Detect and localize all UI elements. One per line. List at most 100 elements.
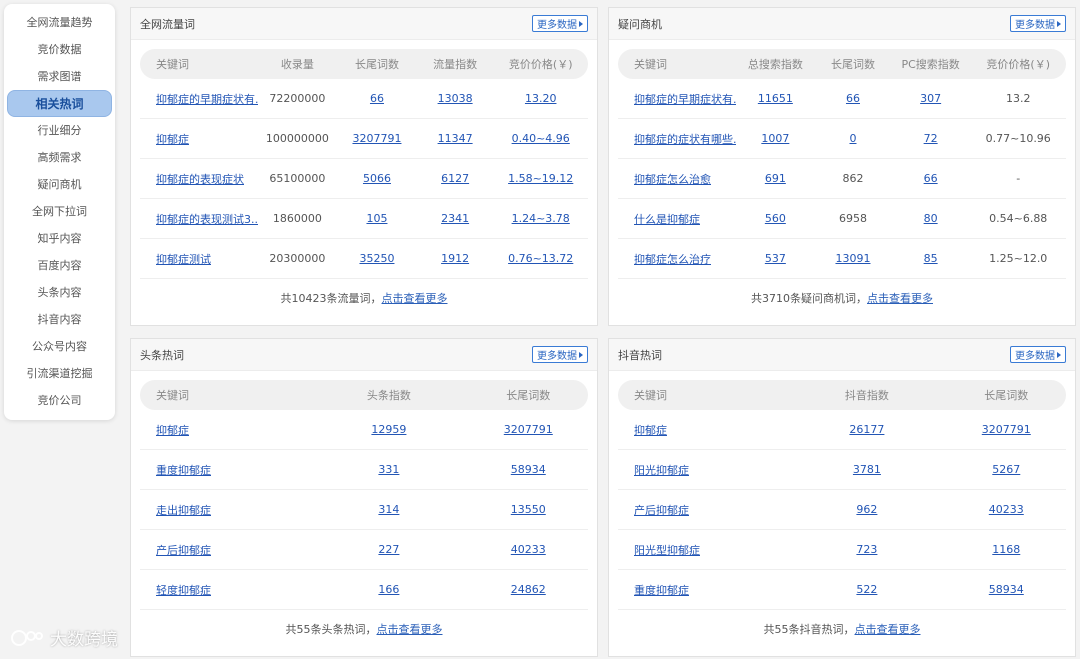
- toutiao-index-link[interactable]: 12959: [309, 423, 468, 436]
- keyword-link[interactable]: 抑郁症的表现测试3...: [140, 211, 258, 227]
- total-search-link[interactable]: 537: [736, 252, 816, 265]
- view-more-link[interactable]: 点击查看更多: [867, 292, 933, 305]
- sidebar-item-zhihu[interactable]: 知乎内容: [4, 225, 115, 252]
- keyword-link[interactable]: 抑郁症的症状有哪些...: [618, 131, 736, 147]
- traffic-index-link[interactable]: 6127: [417, 172, 494, 185]
- longtail-link[interactable]: 40233: [947, 503, 1066, 516]
- view-more-link[interactable]: 点击查看更多: [855, 623, 921, 636]
- sidebar-item-dropdown-words[interactable]: 全网下拉词: [4, 198, 115, 225]
- keyword-link[interactable]: 产后抑郁症: [618, 502, 787, 518]
- longtail-link[interactable]: 13550: [469, 503, 588, 516]
- sidebar-item-toutiao[interactable]: 头条内容: [4, 279, 115, 306]
- douyin-index-link[interactable]: 26177: [787, 423, 946, 436]
- bid-price-link[interactable]: 1.58~19.12: [493, 172, 588, 185]
- toutiao-index-link[interactable]: 331: [309, 463, 468, 476]
- longtail-link[interactable]: 5267: [947, 463, 1066, 476]
- keyword-link[interactable]: 走出抑郁症: [140, 502, 309, 518]
- pc-search-link[interactable]: 80: [891, 212, 971, 225]
- longtail-link[interactable]: 1168: [947, 543, 1066, 556]
- more-data-button[interactable]: 更多数据: [1010, 15, 1066, 32]
- keyword-link[interactable]: 抑郁症的早期症状有...: [618, 91, 736, 107]
- pc-search-link[interactable]: 307: [891, 92, 971, 105]
- more-data-button[interactable]: 更多数据: [532, 346, 588, 363]
- total-search-link[interactable]: 1007: [736, 132, 816, 145]
- toutiao-index-link[interactable]: 227: [309, 543, 468, 556]
- keyword-link[interactable]: 重度抑郁症: [140, 462, 309, 478]
- view-more-link[interactable]: 点击查看更多: [377, 623, 443, 636]
- longtail-link[interactable]: 3207791: [469, 423, 588, 436]
- col-longtail: 长尾词数: [984, 389, 1029, 402]
- bid-price-link[interactable]: 13.20: [493, 92, 588, 105]
- keyword-link[interactable]: 抑郁症: [618, 422, 787, 438]
- keyword-link[interactable]: 抑郁症的表现症状: [140, 171, 258, 187]
- col-longtail: 长尾词数: [354, 58, 399, 71]
- toutiao-index-link[interactable]: 314: [309, 503, 468, 516]
- sidebar-item-industry[interactable]: 行业细分: [4, 117, 115, 144]
- traffic-index-link[interactable]: 1912: [417, 252, 494, 265]
- pc-search-link[interactable]: 72: [891, 132, 971, 145]
- indexed-value: 72200000: [269, 92, 326, 105]
- keyword-link[interactable]: 抑郁症怎么治疗: [618, 251, 736, 267]
- keyword-link[interactable]: 抑郁症: [140, 131, 258, 147]
- douyin-hotwords-panel: 抖音热词 更多数据 关键词 抖音指数 长尾词数 抑郁症 26177 320779…: [608, 338, 1076, 657]
- keyword-link[interactable]: 什么是抑郁症: [618, 211, 736, 227]
- sidebar-item-wechat[interactable]: 公众号内容: [4, 333, 115, 360]
- traffic-index-link[interactable]: 13038: [417, 92, 494, 105]
- longtail-link[interactable]: 5066: [337, 172, 417, 185]
- keyword-link[interactable]: 抑郁症的早期症状有...: [140, 91, 258, 107]
- sidebar-item-related-hotwords[interactable]: 相关热词: [7, 90, 112, 117]
- pc-search-link[interactable]: 85: [891, 252, 971, 265]
- keyword-link[interactable]: 抑郁症: [140, 422, 309, 438]
- keyword-link[interactable]: 抑郁症怎么治愈: [618, 171, 736, 187]
- sidebar-item-high-frequency[interactable]: 高频需求: [4, 144, 115, 171]
- traffic-index-link[interactable]: 2341: [417, 212, 494, 225]
- total-search-link[interactable]: 11651: [736, 92, 816, 105]
- sidebar-item-channels[interactable]: 引流渠道挖掘: [4, 360, 115, 387]
- toutiao-index-link[interactable]: 166: [309, 583, 468, 596]
- traffic-index-link[interactable]: 11347: [417, 132, 494, 145]
- panel-title: 全网流量词: [140, 17, 195, 31]
- longtail-link[interactable]: 105: [337, 212, 417, 225]
- longtail-link[interactable]: 13091: [815, 252, 891, 265]
- keyword-link[interactable]: 抑郁症测试: [140, 251, 258, 267]
- total-search-link[interactable]: 691: [736, 172, 816, 185]
- total-search-link[interactable]: 560: [736, 212, 816, 225]
- col-keyword: 关键词: [156, 389, 189, 402]
- longtail-link[interactable]: 3207791: [337, 132, 417, 145]
- more-data-label: 更多数据: [1015, 351, 1055, 362]
- longtail-link[interactable]: 40233: [469, 543, 588, 556]
- douyin-index-link[interactable]: 962: [787, 503, 946, 516]
- douyin-index-link[interactable]: 3781: [787, 463, 946, 476]
- sidebar-item-baidu[interactable]: 百度内容: [4, 252, 115, 279]
- sidebar-item-douyin[interactable]: 抖音内容: [4, 306, 115, 333]
- keyword-link[interactable]: 产后抑郁症: [140, 542, 309, 558]
- keyword-link[interactable]: 阳光型抑郁症: [618, 542, 787, 558]
- more-data-label: 更多数据: [537, 20, 577, 31]
- keyword-link[interactable]: 阳光抑郁症: [618, 462, 787, 478]
- table-row: 抑郁症怎么治愈 691 862 66 -: [618, 159, 1066, 199]
- more-data-button[interactable]: 更多数据: [1010, 346, 1066, 363]
- bid-price-link[interactable]: 0.76~13.72: [493, 252, 588, 265]
- bid-price-link[interactable]: 0.40~4.96: [493, 132, 588, 145]
- pc-search-link[interactable]: 66: [891, 172, 971, 185]
- sidebar-item-traffic-trend[interactable]: 全网流量趋势: [4, 9, 115, 36]
- sidebar-item-question[interactable]: 疑问商机: [4, 171, 115, 198]
- longtail-link[interactable]: 24862: [469, 583, 588, 596]
- view-more-link[interactable]: 点击查看更多: [382, 292, 448, 305]
- sidebar-item-bid-companies[interactable]: 竞价公司: [4, 387, 115, 414]
- longtail-link[interactable]: 66: [337, 92, 417, 105]
- longtail-link[interactable]: 3207791: [947, 423, 1066, 436]
- keyword-link[interactable]: 重度抑郁症: [618, 582, 787, 598]
- longtail-link[interactable]: 35250: [337, 252, 417, 265]
- sidebar-item-bid-data[interactable]: 竞价数据: [4, 36, 115, 63]
- longtail-link[interactable]: 58934: [947, 583, 1066, 596]
- douyin-index-link[interactable]: 522: [787, 583, 946, 596]
- keyword-link[interactable]: 轻度抑郁症: [140, 582, 309, 598]
- longtail-link[interactable]: 0: [815, 132, 891, 145]
- more-data-button[interactable]: 更多数据: [532, 15, 588, 32]
- longtail-link[interactable]: 58934: [469, 463, 588, 476]
- sidebar-item-demand-graph[interactable]: 需求图谱: [4, 63, 115, 90]
- longtail-link[interactable]: 66: [815, 92, 891, 105]
- bid-price-link[interactable]: 1.24~3.78: [493, 212, 588, 225]
- douyin-index-link[interactable]: 723: [787, 543, 946, 556]
